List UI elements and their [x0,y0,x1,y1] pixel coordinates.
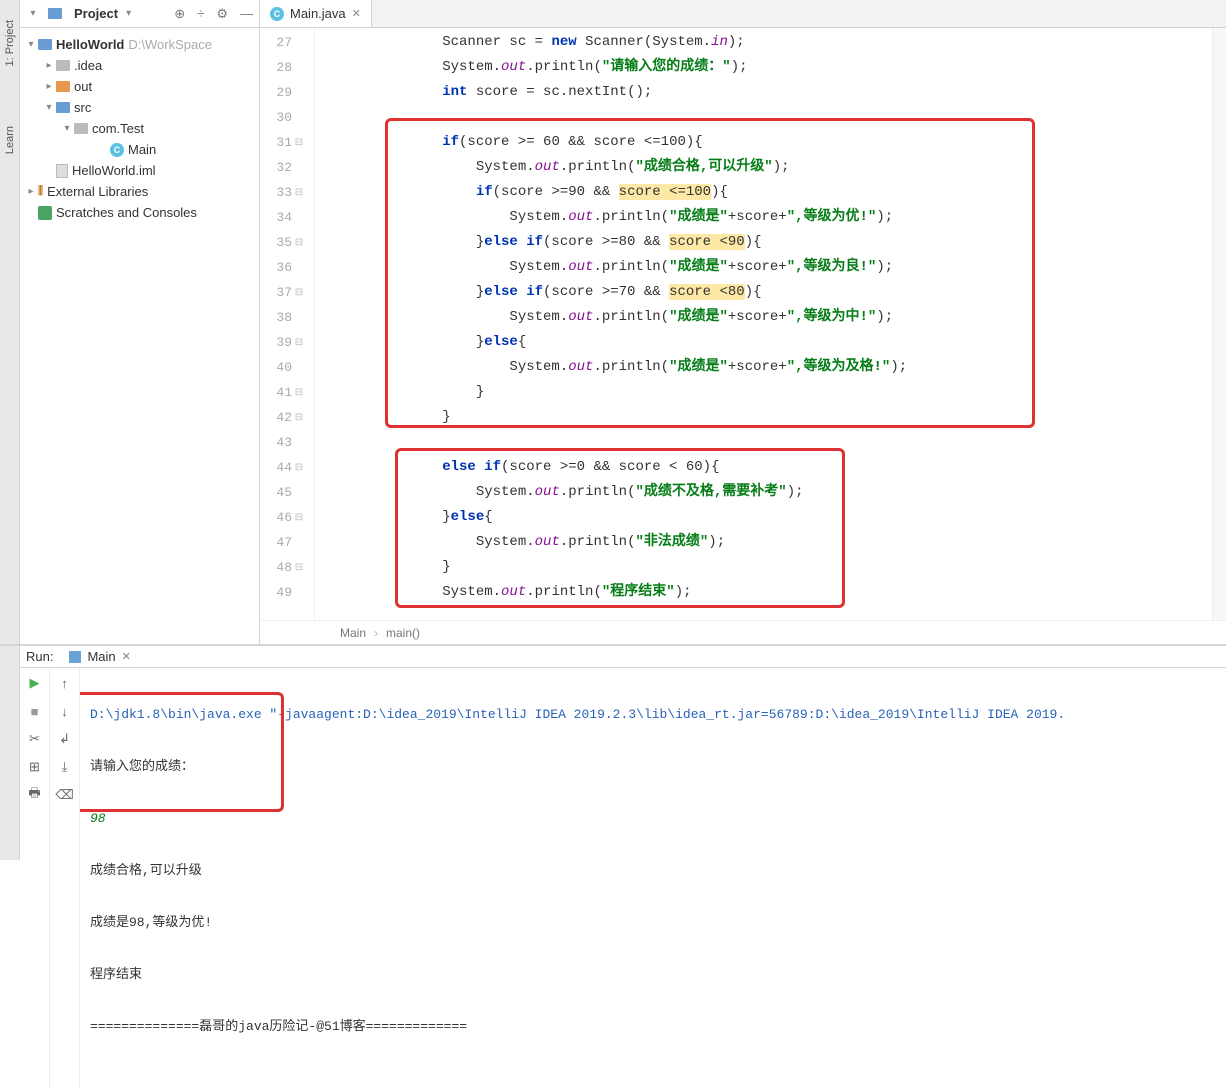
code-content[interactable]: Scanner sc = new Scanner(System.in); Sys… [315,28,1212,620]
project-panel: ▾ Project ▾ ⊕ ÷ ⚙ — ▾ HelloWorld D:\Work… [20,0,260,644]
expand-icon[interactable]: ▸ [42,60,56,71]
learn-tool-tab[interactable]: Learn [4,126,16,154]
breadcrumb: Main › main() [260,620,1226,644]
editor-right-gutter [1212,28,1226,620]
console-line: 成绩是98,等级为优! [90,912,1216,934]
tree-out[interactable]: ▸ out [20,76,259,97]
project-tree[interactable]: ▾ HelloWorld D:\WorkSpace ▸ .idea ▸ out … [20,28,259,644]
console-line: ==============磊哥的java历险记-@51博客==========… [90,1016,1216,1038]
tree-root[interactable]: ▾ HelloWorld D:\WorkSpace [20,34,259,55]
tree-main-class[interactable]: C Main [20,139,259,160]
expand-icon[interactable]: ▸ [42,81,56,92]
project-tool-tab[interactable]: 1: Project [4,20,16,66]
gear-icon[interactable]: ⚙ [216,6,228,22]
editor-area: C Main.java ✕ 27 28 29 30 31⊟ 32 33⊟ 34 … [260,0,1226,644]
editor-tabs: C Main.java ✕ [260,0,1226,28]
console-user-input: 98 [90,808,1216,830]
stop-icon[interactable]: ■ [26,702,44,720]
editor-tab-main[interactable]: C Main.java ✕ [260,0,372,27]
console-line: 请输入您的成绩： [90,756,1216,778]
crumb-method[interactable]: main() [386,626,420,640]
expand-icon[interactable]: ▾ [60,123,74,134]
module-icon [56,164,68,178]
console-output[interactable]: D:\jdk1.8\bin\java.exe "-javaagent:D:\id… [80,668,1226,1089]
tree-idea[interactable]: ▸ .idea [20,55,259,76]
expand-icon[interactable]: ▾ [42,102,56,113]
tree-src[interactable]: ▾ src [20,97,259,118]
layout-icon[interactable]: ⊞ [26,758,44,776]
tree-external-libs[interactable]: ▸ ⫼ External Libraries [20,181,259,202]
close-icon[interactable]: ✕ [352,7,361,20]
run-label: Run: [26,649,53,664]
camera-icon[interactable]: ✂ [26,730,44,748]
crumb-class[interactable]: Main [340,626,366,640]
tree-iml[interactable]: HelloWorld.iml [20,160,259,181]
expand-icon[interactable]: ▾ [24,39,38,50]
scroll-icon[interactable]: ⤓ [56,758,74,776]
run-toolbar-primary: ▶ ■ ✂ ⊞ 🖶 [20,668,50,1089]
dropdown-icon[interactable]: ▾ [126,8,131,19]
run-toolbar-secondary: ↑ ↓ ↲ ⤓ ⌫ [50,668,80,1089]
run-config-icon [69,651,81,663]
run-panel: Run: Main ✕ ▶ ■ ✂ ⊞ 🖶 ↑ ↓ ↲ [0,645,1226,860]
collapse-icon[interactable]: ▾ [26,8,40,19]
class-icon: C [110,143,124,157]
project-panel-header: ▾ Project ▾ ⊕ ÷ ⚙ — [20,0,259,28]
scratch-icon [38,206,52,220]
close-icon[interactable]: ✕ [122,650,131,663]
code-editor[interactable]: 27 28 29 30 31⊟ 32 33⊟ 34 35⊟ 36 37⊟ 38 … [260,28,1226,620]
tree-package[interactable]: ▾ com.Test [20,118,259,139]
wrap-icon[interactable]: ↲ [56,730,74,748]
project-title: Project [74,6,118,21]
run-left-gutter [0,646,20,860]
down-icon[interactable]: ↓ [56,702,74,720]
gutter: 27 28 29 30 31⊟ 32 33⊟ 34 35⊟ 36 37⊟ 38 … [260,28,315,620]
clear-icon[interactable]: ⌫ [56,786,74,804]
tree-scratches[interactable]: Scratches and Consoles [20,202,259,223]
run-tab-main[interactable]: Main ✕ [61,646,138,667]
target-icon[interactable]: ⊕ [174,6,185,22]
left-tool-strip: 1: Project Learn [0,0,20,644]
hide-icon[interactable]: — [240,6,253,22]
console-line: 成绩合格,可以升级 [90,860,1216,882]
console-line: 程序结束 [90,964,1216,986]
chevron-right-icon: › [374,626,378,640]
run-tabs: Run: Main ✕ [20,646,1226,668]
rerun-icon[interactable]: ▶ [26,674,44,692]
print-icon[interactable]: 🖶 [26,786,44,804]
divide-icon[interactable]: ÷ [197,6,204,22]
up-icon[interactable]: ↑ [56,674,74,692]
class-icon: C [270,7,284,21]
console-command: D:\jdk1.8\bin\java.exe "-javaagent:D:\id… [90,704,1216,726]
expand-icon[interactable]: ▸ [24,186,38,197]
library-icon: ⫼ [38,185,43,198]
